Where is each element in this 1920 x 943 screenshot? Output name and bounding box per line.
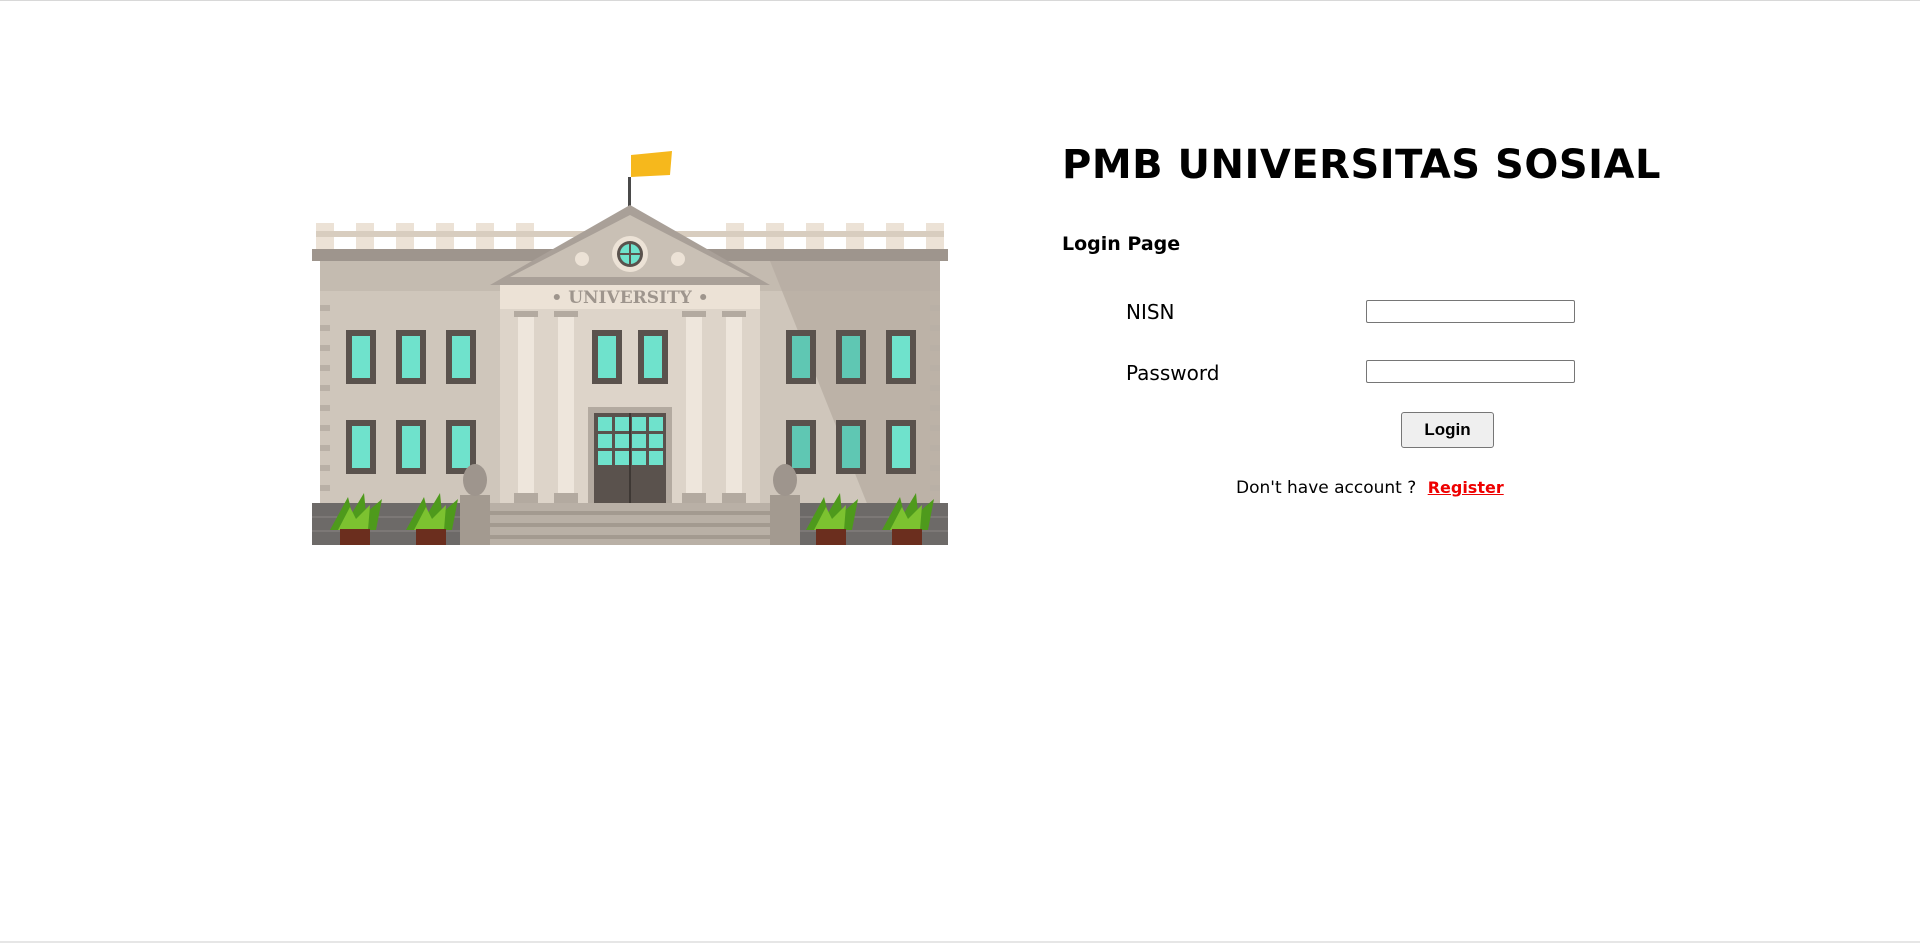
top-border (0, 0, 1920, 1)
password-input[interactable] (1366, 360, 1575, 383)
nisn-label: NISN (1126, 300, 1175, 324)
login-button[interactable]: Login (1401, 412, 1494, 448)
nisn-input[interactable] (1366, 300, 1575, 323)
university-sign-text: • UNIVERSITY • (551, 288, 708, 308)
password-label: Password (1126, 361, 1220, 385)
page-title: PMB UNIVERSITAS SOSIAL (1062, 142, 1661, 188)
university-building-illustration: • UNIVERSITY • (312, 151, 948, 545)
register-prompt: Don't have account ? Register (1236, 478, 1504, 498)
register-prompt-text: Don't have account ? (1236, 478, 1417, 498)
login-page-subtitle: Login Page (1062, 233, 1181, 255)
register-link[interactable]: Register (1428, 478, 1504, 497)
